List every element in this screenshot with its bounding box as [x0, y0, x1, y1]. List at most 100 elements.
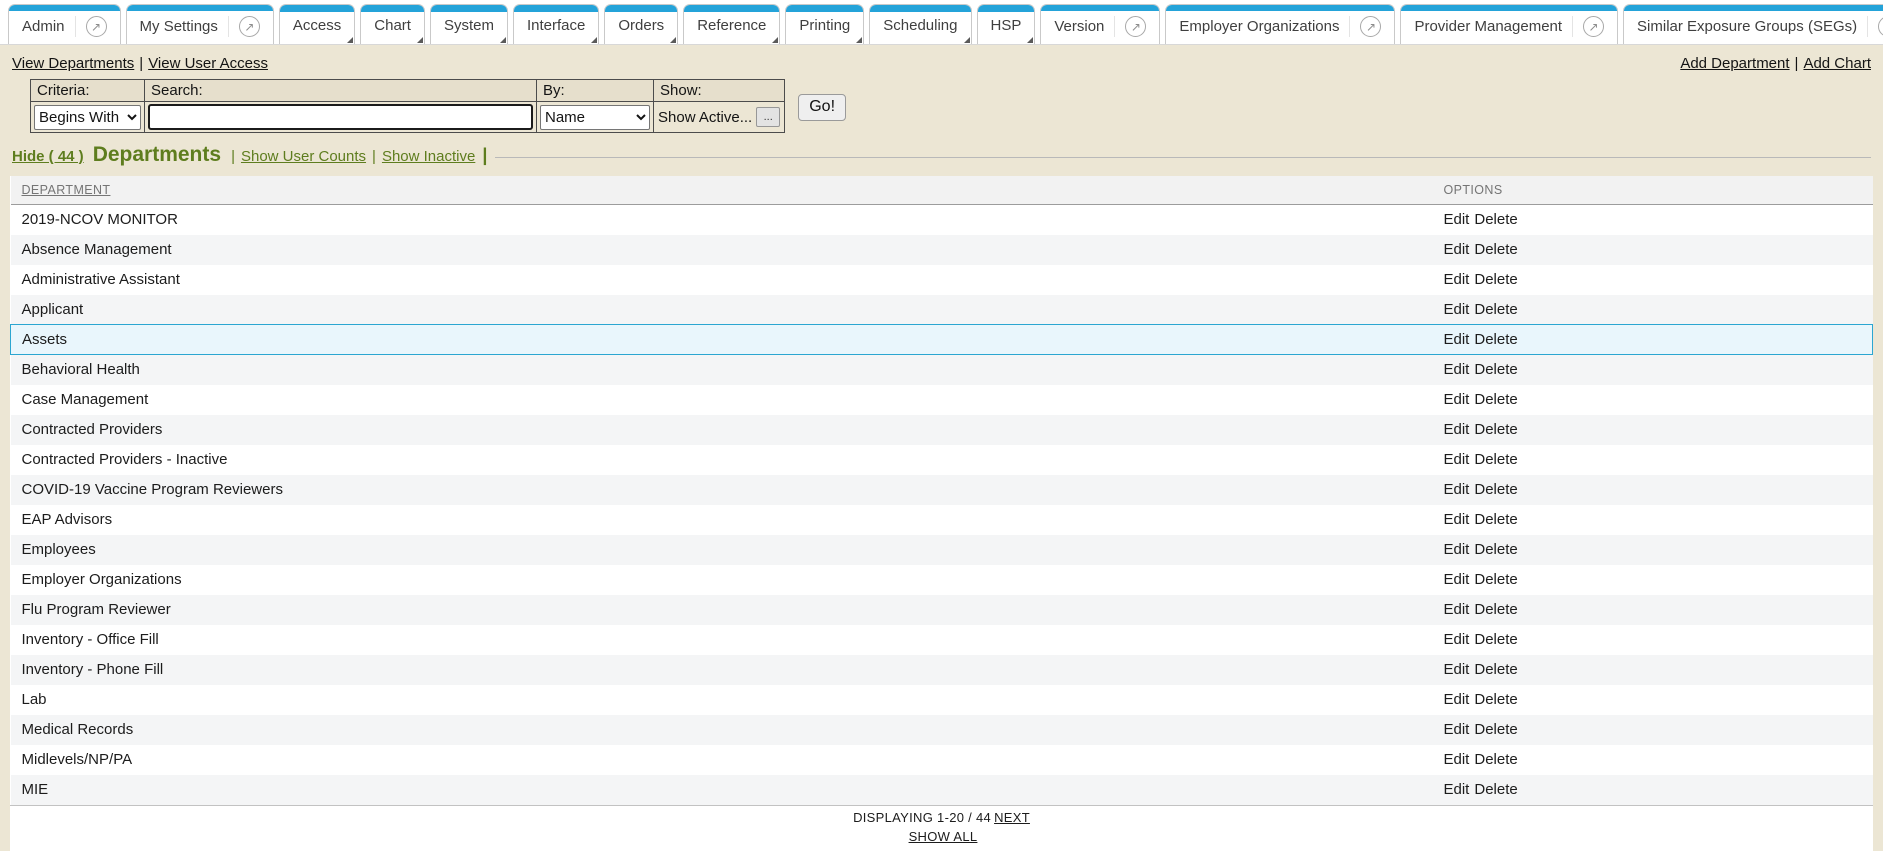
table-row[interactable]: Midlevels/NP/PAEditDelete	[11, 745, 1873, 775]
edit-link[interactable]: Edit	[1444, 241, 1470, 258]
edit-link[interactable]: Edit	[1444, 481, 1470, 498]
edit-link[interactable]: Edit	[1444, 421, 1470, 438]
delete-link[interactable]: Delete	[1474, 721, 1517, 738]
table-row[interactable]: Contracted ProvidersEditDelete	[11, 415, 1873, 445]
options-cell: EditDelete	[1433, 205, 1873, 235]
edit-link[interactable]: Edit	[1444, 331, 1470, 348]
tab-admin[interactable]: Admin↗	[8, 4, 121, 44]
table-row[interactable]: Case ManagementEditDelete	[11, 385, 1873, 415]
external-link-icon[interactable]: ↗	[1583, 16, 1604, 37]
table-row[interactable]: LabEditDelete	[11, 685, 1873, 715]
table-row[interactable]: 2019-NCOV MONITOREditDelete	[11, 205, 1873, 235]
delete-link[interactable]: Delete	[1474, 271, 1517, 288]
tab-orders[interactable]: Orders	[604, 4, 678, 44]
delete-link[interactable]: Delete	[1474, 511, 1517, 528]
delete-link[interactable]: Delete	[1474, 421, 1517, 438]
edit-link[interactable]: Edit	[1444, 631, 1470, 648]
show-user-counts-link[interactable]: Show User Counts	[241, 148, 366, 165]
edit-link[interactable]: Edit	[1444, 361, 1470, 378]
tab-employer-organizations[interactable]: Employer Organizations↗	[1165, 4, 1395, 44]
delete-link[interactable]: Delete	[1474, 781, 1517, 798]
edit-link[interactable]: Edit	[1444, 781, 1470, 798]
table-row[interactable]: Behavioral HealthEditDelete	[11, 355, 1873, 385]
show-picker-button[interactable]: ...	[756, 107, 780, 127]
view-departments-link[interactable]: View Departments	[12, 55, 134, 72]
table-row[interactable]: EAP AdvisorsEditDelete	[11, 505, 1873, 535]
dropdown-corner-icon	[772, 37, 778, 43]
tab-my-settings[interactable]: My Settings↗	[126, 4, 274, 44]
edit-link[interactable]: Edit	[1444, 541, 1470, 558]
tab-access[interactable]: Access	[279, 4, 355, 44]
external-link-icon[interactable]: ↗	[86, 16, 107, 37]
show-inactive-link[interactable]: Show Inactive	[382, 148, 475, 165]
table-row[interactable]: Administrative AssistantEditDelete	[11, 265, 1873, 295]
tab-hsp[interactable]: HSP	[977, 4, 1036, 44]
table-row[interactable]: Inventory - Phone FillEditDelete	[11, 655, 1873, 685]
delete-link[interactable]: Delete	[1474, 301, 1517, 318]
table-row[interactable]: Contracted Providers - InactiveEditDelet…	[11, 445, 1873, 475]
delete-link[interactable]: Delete	[1474, 241, 1517, 258]
edit-link[interactable]: Edit	[1444, 451, 1470, 468]
tab-scheduling[interactable]: Scheduling	[869, 4, 971, 44]
edit-link[interactable]: Edit	[1444, 571, 1470, 588]
tab-interface[interactable]: Interface	[513, 4, 599, 44]
delete-link[interactable]: Delete	[1474, 751, 1517, 768]
by-select[interactable]: Name	[540, 105, 650, 130]
table-row[interactable]: MIEEditDelete	[11, 775, 1873, 805]
delete-link[interactable]: Delete	[1474, 211, 1517, 228]
next-link[interactable]: NEXT	[994, 810, 1030, 825]
tab-chart[interactable]: Chart	[360, 4, 425, 44]
table-row[interactable]: Medical RecordsEditDelete	[11, 715, 1873, 745]
table-row[interactable]: Absence ManagementEditDelete	[11, 235, 1873, 265]
edit-link[interactable]: Edit	[1444, 691, 1470, 708]
edit-link[interactable]: Edit	[1444, 751, 1470, 768]
department-cell: Applicant	[11, 295, 1433, 325]
department-sort-link[interactable]: DEPARTMENT	[22, 183, 111, 197]
edit-link[interactable]: Edit	[1444, 511, 1470, 528]
edit-link[interactable]: Edit	[1444, 211, 1470, 228]
table-row[interactable]: Applicant EditDelete	[11, 295, 1873, 325]
criteria-select[interactable]: Begins With	[34, 105, 141, 130]
delete-link[interactable]: Delete	[1474, 691, 1517, 708]
go-button[interactable]: Go!	[798, 94, 846, 121]
hide-link[interactable]: Hide ( 44 )	[12, 148, 84, 165]
table-row[interactable]: Employer OrganizationsEditDelete	[11, 565, 1873, 595]
edit-link[interactable]: Edit	[1444, 601, 1470, 618]
table-row[interactable]: Flu Program ReviewerEditDelete	[11, 595, 1873, 625]
table-row[interactable]: Inventory - Office FillEditDelete	[11, 625, 1873, 655]
view-user-access-link[interactable]: View User Access	[148, 55, 268, 72]
delete-link[interactable]: Delete	[1474, 631, 1517, 648]
edit-link[interactable]: Edit	[1444, 661, 1470, 678]
tab-printing[interactable]: Printing	[785, 4, 864, 44]
external-link-icon[interactable]: ↗	[1360, 16, 1381, 37]
search-input[interactable]	[148, 104, 533, 130]
tab-version[interactable]: Version↗	[1040, 4, 1160, 44]
delete-link[interactable]: Delete	[1474, 571, 1517, 588]
edit-link[interactable]: Edit	[1444, 301, 1470, 318]
delete-link[interactable]: Delete	[1474, 541, 1517, 558]
external-link-icon[interactable]: ↗	[239, 16, 260, 37]
table-row[interactable]: EmployeesEditDelete	[11, 535, 1873, 565]
delete-link[interactable]: Delete	[1474, 661, 1517, 678]
show-all-link[interactable]: SHOW ALL	[909, 829, 978, 844]
delete-link[interactable]: Delete	[1474, 331, 1517, 348]
delete-link[interactable]: Delete	[1474, 391, 1517, 408]
tab-reference[interactable]: Reference	[683, 4, 780, 44]
edit-link[interactable]: Edit	[1444, 271, 1470, 288]
external-link-icon[interactable]: ↗	[1878, 16, 1883, 37]
delete-link[interactable]: Delete	[1474, 601, 1517, 618]
delete-link[interactable]: Delete	[1474, 481, 1517, 498]
tab-similar-exposure-groups-segs[interactable]: Similar Exposure Groups (SEGs)↗	[1623, 4, 1883, 44]
edit-link[interactable]: Edit	[1444, 391, 1470, 408]
delete-link[interactable]: Delete	[1474, 451, 1517, 468]
tab-system[interactable]: System	[430, 4, 508, 44]
add-department-link[interactable]: Add Department	[1680, 55, 1789, 72]
add-chart-link[interactable]: Add Chart	[1803, 55, 1871, 72]
table-row[interactable]: COVID-19 Vaccine Program ReviewersEditDe…	[11, 475, 1873, 505]
edit-link[interactable]: Edit	[1444, 721, 1470, 738]
external-link-icon[interactable]: ↗	[1125, 16, 1146, 37]
table-row[interactable]: AssetsEditDelete	[11, 325, 1873, 355]
department-column-header[interactable]: DEPARTMENT	[11, 176, 1433, 205]
delete-link[interactable]: Delete	[1474, 361, 1517, 378]
tab-provider-management[interactable]: Provider Management↗	[1400, 4, 1618, 44]
